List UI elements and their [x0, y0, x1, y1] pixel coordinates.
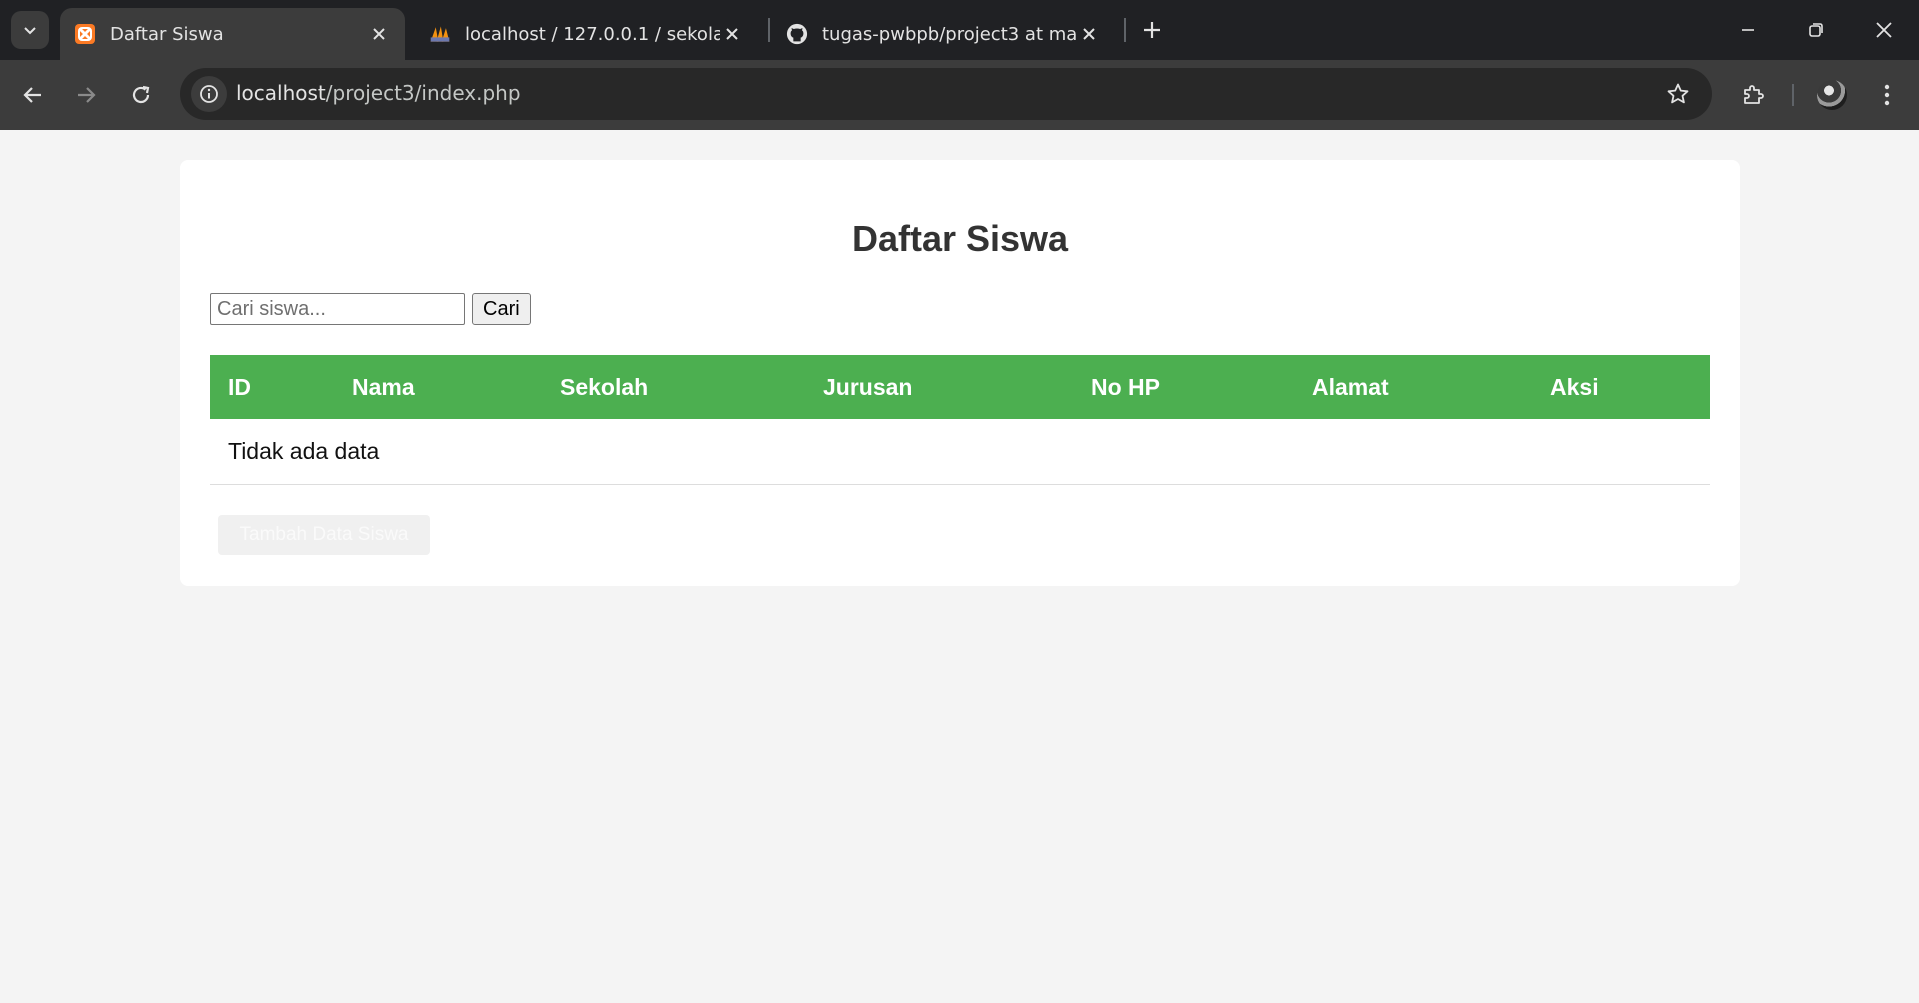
table-header-row: ID Nama Sekolah Jurusan No HP Alamat Aks…: [210, 355, 1710, 419]
column-header-no-hp: No HP: [1073, 355, 1294, 419]
column-header-alamat: Alamat: [1294, 355, 1532, 419]
tab-title: tugas-pwbpb/project3 at master: [822, 23, 1077, 45]
restore-button[interactable]: [1794, 8, 1838, 52]
column-header-aksi: Aksi: [1532, 355, 1710, 419]
content-card: Daftar Siswa Cari ID Nama Sekolah Jurusa…: [180, 160, 1740, 586]
restore-icon: [1809, 23, 1823, 37]
close-icon: [1876, 22, 1892, 38]
tab-title: Daftar Siswa: [110, 23, 224, 45]
students-table: ID Nama Sekolah Jurusan No HP Alamat Aks…: [210, 355, 1710, 485]
arrow-right-icon: [78, 87, 96, 103]
plus-icon: [1144, 22, 1160, 38]
profile-button[interactable]: [1813, 76, 1851, 114]
page-viewport: Daftar Siswa Cari ID Nama Sekolah Jurusa…: [0, 130, 1919, 1003]
column-header-sekolah: Sekolah: [542, 355, 805, 419]
column-header-jurusan: Jurusan: [805, 355, 1073, 419]
close-tab-icon[interactable]: [367, 22, 391, 46]
tab-github[interactable]: tugas-pwbpb/project3 at master: [772, 8, 1115, 60]
chevron-down-icon: [24, 27, 36, 35]
browser-tab-strip: Daftar Siswa localhost / 127.0.0.1 / sek…: [0, 0, 1919, 60]
minimize-button[interactable]: [1726, 8, 1770, 52]
arrow-left-icon: [23, 87, 41, 103]
github-icon: [786, 23, 808, 45]
search-form: Cari: [210, 293, 531, 325]
search-button[interactable]: Cari: [472, 293, 531, 325]
close-tab-icon[interactable]: [1077, 22, 1101, 46]
url-host: localhost: [236, 81, 326, 105]
tab-separator: [768, 18, 770, 42]
tab-phpmyadmin[interactable]: localhost / 127.0.0.1 / sekolah / s: [415, 8, 758, 60]
new-tab-button[interactable]: [1136, 12, 1168, 48]
more-vertical-icon: [1884, 84, 1890, 106]
extensions-button[interactable]: [1734, 76, 1772, 114]
site-info-button[interactable]: [191, 76, 227, 112]
avatar: [1817, 80, 1847, 110]
table-row: Tidak ada data: [210, 419, 1710, 485]
tab-search-button[interactable]: [11, 11, 49, 49]
xampp-icon: [74, 23, 96, 45]
close-window-button[interactable]: [1862, 8, 1906, 52]
forward-button[interactable]: [67, 76, 105, 114]
url-text: localhost/project3/index.php: [236, 81, 521, 105]
puzzle-icon: [1744, 85, 1764, 104]
tab-separator: [1124, 18, 1126, 42]
url-path: /project3/index.php: [325, 81, 521, 105]
browser-toolbar: localhost/project3/index.php: [0, 60, 1919, 130]
close-tab-icon[interactable]: [720, 22, 744, 46]
info-icon: [200, 85, 218, 103]
star-icon: [1667, 83, 1689, 104]
minimize-icon: [1742, 29, 1754, 31]
search-input[interactable]: [210, 293, 465, 325]
menu-button[interactable]: [1868, 76, 1906, 114]
add-student-button[interactable]: Tambah Data Siswa: [218, 515, 430, 555]
phpmyadmin-icon: [429, 23, 451, 45]
address-bar[interactable]: localhost/project3/index.php: [180, 68, 1712, 120]
reload-icon: [132, 85, 150, 104]
column-header-id: ID: [210, 355, 334, 419]
empty-state-message: Tidak ada data: [210, 419, 1710, 485]
page-title: Daftar Siswa: [851, 218, 1069, 259]
back-button[interactable]: [14, 76, 52, 114]
tab-daftar-siswa[interactable]: Daftar Siswa: [60, 8, 405, 60]
tab-title: localhost / 127.0.0.1 / sekolah / s: [465, 23, 720, 45]
column-header-nama: Nama: [334, 355, 542, 419]
bookmark-star-button[interactable]: [1664, 80, 1692, 108]
toolbar-divider: [1792, 84, 1794, 106]
reload-button[interactable]: [122, 76, 160, 114]
